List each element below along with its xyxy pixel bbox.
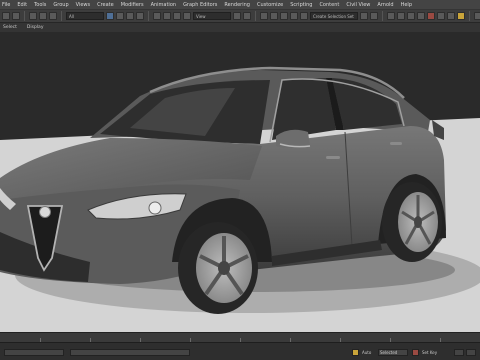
toolbar-separator (148, 11, 149, 21)
snaps-toggle-icon[interactable] (260, 12, 268, 20)
undo-icon[interactable] (2, 12, 10, 20)
curve-editor-icon[interactable] (407, 12, 415, 20)
rendered-frame-window-icon[interactable] (447, 12, 455, 20)
toolbar-separator (61, 11, 62, 21)
play-icon[interactable] (454, 349, 464, 356)
toolbar-separator (469, 11, 470, 21)
front-hub (218, 261, 230, 275)
layer-explorer-icon[interactable] (387, 12, 395, 20)
menu-animation[interactable]: Animation (151, 2, 177, 8)
status-bar: Auto Selected Set Key (0, 342, 480, 360)
select-tab[interactable]: Select (3, 25, 17, 30)
placement-icon[interactable] (183, 12, 191, 20)
menu-views[interactable]: Views (76, 2, 90, 8)
toolbar-separator (255, 11, 256, 21)
brand-badge (39, 206, 51, 218)
rotate-icon[interactable] (163, 12, 171, 20)
headlight-projector (148, 201, 162, 215)
menu-graph-editors[interactable]: Graph Editors (183, 2, 217, 8)
menu-modifiers[interactable]: Modifiers (121, 2, 144, 8)
next-frame-icon[interactable] (466, 349, 476, 356)
scale-icon[interactable] (173, 12, 181, 20)
mirror-icon[interactable] (360, 12, 368, 20)
menu-help[interactable]: Help (401, 2, 412, 8)
key-set-value: Selected (380, 350, 398, 355)
set-key-icon[interactable] (352, 349, 359, 356)
set-key-label[interactable]: Set Key (422, 350, 437, 355)
menu-edit[interactable]: Edit (17, 2, 27, 8)
menu-file[interactable]: File (2, 2, 10, 8)
material-editor-icon[interactable] (427, 12, 435, 20)
schematic-view-icon[interactable] (417, 12, 425, 20)
menu-group[interactable]: Group (53, 2, 68, 8)
menu-create[interactable]: Create (97, 2, 114, 8)
bind-space-warp-icon[interactable] (49, 12, 57, 20)
redo-icon[interactable] (12, 12, 20, 20)
menu-rendering[interactable]: Rendering (224, 2, 250, 8)
window-crossing-icon[interactable] (136, 12, 144, 20)
percent-snap-icon[interactable] (280, 12, 288, 20)
menu-content[interactable]: Content (319, 2, 339, 8)
main-toolbar: All View Create Selection Set (0, 9, 480, 23)
display-tab[interactable]: Display (27, 25, 44, 30)
prompt-line (70, 349, 190, 356)
perspective-viewport[interactable] (0, 32, 480, 332)
set-key-button-icon[interactable] (412, 349, 419, 356)
reference-coordinate-dropdown[interactable]: View (193, 12, 231, 20)
timeline-track[interactable] (0, 332, 480, 342)
align-icon[interactable] (370, 12, 378, 20)
rear-hub (414, 216, 422, 228)
menu-civil-view[interactable]: Civil View (346, 2, 370, 8)
named-selection-set-dropdown[interactable]: Create Selection Set (310, 12, 358, 20)
front-side-window (272, 78, 336, 140)
menu-bar: File Edit Tools Group Views Create Modif… (0, 0, 480, 9)
selection-filter-dropdown[interactable]: All (66, 12, 104, 20)
maxscript-listener-field[interactable] (4, 349, 64, 356)
toolbar-overflow-icon[interactable] (474, 12, 480, 20)
render-production-icon[interactable] (457, 12, 465, 20)
menu-scripting[interactable]: Scripting (290, 2, 312, 8)
rear-door-handle (390, 142, 402, 145)
auto-key-label[interactable]: Auto (362, 350, 371, 355)
toolbar-separator (24, 11, 25, 21)
angle-snap-icon[interactable] (270, 12, 278, 20)
keyboard-shortcut-override-icon[interactable] (243, 12, 251, 20)
render-setup-icon[interactable] (437, 12, 445, 20)
menu-tools[interactable]: Tools (34, 2, 46, 8)
front-door-handle (326, 156, 340, 159)
menu-customize[interactable]: Customize (257, 2, 283, 8)
scene-explorer-icon[interactable] (397, 12, 405, 20)
selection-region-icon[interactable] (126, 12, 134, 20)
link-icon[interactable] (29, 12, 37, 20)
scene-render (0, 32, 480, 332)
select-object-icon[interactable] (106, 12, 114, 20)
scene-explorer-bar: Select Display (0, 23, 480, 32)
move-icon[interactable] (153, 12, 161, 20)
unlink-icon[interactable] (39, 12, 47, 20)
select-by-name-icon[interactable] (116, 12, 124, 20)
menu-arnold[interactable]: Arnold (377, 2, 393, 8)
spinner-snap-icon[interactable] (290, 12, 298, 20)
edit-named-selection-icon[interactable] (300, 12, 308, 20)
pivot-icon[interactable] (233, 12, 241, 20)
toolbar-separator (382, 11, 383, 21)
